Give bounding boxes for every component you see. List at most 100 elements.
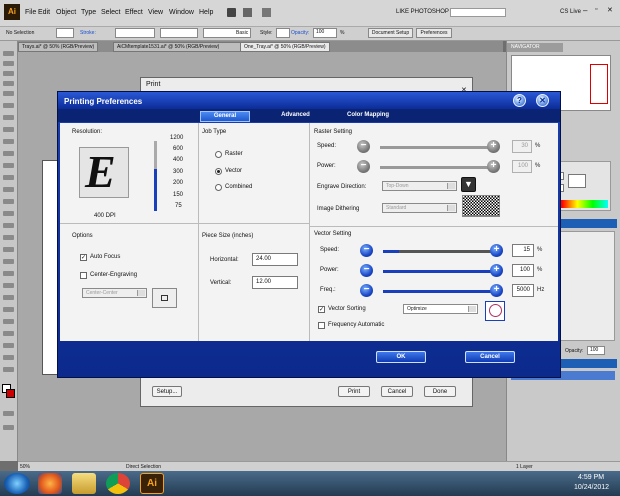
raster-speed-increase-icon[interactable]: + — [487, 140, 500, 153]
doc-tab-template[interactable]: AiCMtemplate1531.ai* @ 50% (RGB/Preview) — [113, 42, 243, 52]
menu-select[interactable]: Select — [101, 9, 120, 16]
vector-freq-decrease-icon[interactable]: − — [360, 284, 373, 297]
brush-tool-icon[interactable] — [3, 139, 14, 144]
vector-speed-slider[interactable] — [383, 250, 491, 253]
screen-mode-icon[interactable] — [3, 425, 14, 430]
zoom-tool-icon[interactable] — [3, 367, 14, 372]
vector-speed-increase-icon[interactable]: + — [490, 244, 503, 257]
symbol-sprayer-tool-icon[interactable] — [3, 307, 14, 312]
res-75[interactable]: 75 — [175, 203, 182, 209]
preferences-button[interactable]: Preferences — [416, 28, 452, 38]
navigator-view-box[interactable] — [590, 64, 608, 104]
vector-option-label[interactable]: Vector — [225, 168, 242, 174]
raster-power-input[interactable]: 100 — [512, 160, 532, 173]
auto-focus-checkbox[interactable]: ✓ — [80, 254, 87, 261]
stroke-weight-field[interactable] — [115, 28, 155, 38]
doc-tab-trays[interactable]: Trays.ai* @ 50% (RGB/Preview) — [18, 42, 98, 52]
menu-view[interactable]: View — [148, 9, 163, 16]
bridge-icon[interactable] — [227, 8, 236, 17]
free-transform-tool-icon[interactable] — [3, 223, 14, 228]
image-dithering-select[interactable]: Standard — [382, 203, 457, 213]
res-600[interactable]: 600 — [173, 146, 183, 152]
vector-speed-decrease-icon[interactable]: − — [360, 244, 373, 257]
horizontal-input[interactable]: 24.00 — [252, 253, 298, 266]
tab-advanced[interactable]: Advanced — [268, 111, 323, 122]
magic-wand-tool-icon[interactable] — [3, 71, 14, 76]
vector-speed-input[interactable]: 15 — [512, 244, 534, 257]
chrome-icon[interactable] — [106, 473, 130, 494]
sorting-order-icon[interactable] — [485, 301, 505, 321]
ok-button[interactable]: OK — [376, 351, 426, 363]
close-icon[interactable]: ✕ — [607, 6, 613, 14]
engrave-direction-arrow-icon[interactable]: ▼ — [461, 177, 476, 192]
menu-object[interactable]: Object — [56, 9, 76, 16]
variable-width-field[interactable] — [160, 28, 198, 38]
vector-power-increase-icon[interactable]: + — [490, 264, 503, 277]
clock-time[interactable]: 4:59 PM — [578, 474, 604, 481]
menu-file[interactable]: File — [25, 9, 36, 16]
res-1200[interactable]: 1200 — [170, 135, 183, 141]
firefox-icon[interactable] — [38, 473, 62, 494]
navigator-panel-title[interactable]: NAVIGATOR — [507, 43, 563, 52]
clock-date[interactable]: 10/24/2012 — [574, 484, 609, 491]
eyedropper-tool-icon[interactable] — [3, 283, 14, 288]
frequency-automatic-checkbox[interactable] — [318, 322, 325, 329]
vector-freq-input[interactable]: 5000 — [512, 284, 534, 297]
pencil-tool-icon[interactable] — [3, 151, 14, 156]
vector-power-slider[interactable] — [383, 270, 491, 273]
resolution-slider[interactable] — [154, 141, 157, 211]
stroke-color-swatch[interactable] — [6, 389, 15, 398]
direct-selection-tool-icon[interactable] — [3, 61, 14, 66]
workspace-title[interactable]: LIKE PHOTOSHOP — [396, 9, 449, 15]
layers-opacity-field[interactable]: 100 — [587, 346, 605, 355]
raster-speed-input[interactable]: 30 — [512, 140, 532, 153]
vector-sorting-select[interactable]: Optimize — [403, 304, 478, 314]
rectangle-tool-icon[interactable] — [3, 127, 14, 132]
center-engraving-label[interactable]: Center-Engraving — [90, 272, 137, 278]
draw-mode-icon[interactable] — [3, 411, 14, 416]
tab-general[interactable]: General — [200, 111, 250, 122]
vector-power-input[interactable]: 100 — [512, 264, 534, 277]
vector-freq-slider[interactable] — [383, 290, 491, 293]
blend-tool-icon[interactable] — [3, 295, 14, 300]
menu-help[interactable]: Help — [199, 9, 213, 16]
menu-type[interactable]: Type — [81, 9, 96, 16]
tray-icons[interactable] — [520, 479, 560, 489]
rotate-tool-icon[interactable] — [3, 187, 14, 192]
opacity-field[interactable]: 100 — [313, 28, 337, 38]
mesh-tool-icon[interactable] — [3, 259, 14, 264]
scale-tool-icon[interactable] — [3, 199, 14, 204]
res-300[interactable]: 300 — [173, 169, 183, 175]
raster-power-slider[interactable] — [380, 166, 488, 169]
graph-tool-icon[interactable] — [3, 319, 14, 324]
slice-tool-icon[interactable] — [3, 343, 14, 348]
raster-power-decrease-icon[interactable]: − — [357, 160, 370, 173]
print-button[interactable]: Print — [338, 386, 370, 397]
menu-effect[interactable]: Effect — [125, 9, 143, 16]
combined-radio[interactable] — [215, 184, 222, 191]
res-200[interactable]: 200 — [173, 180, 183, 186]
vector-radio[interactable] — [215, 168, 222, 175]
search-field[interactable] — [450, 8, 506, 17]
minimize-icon[interactable]: – — [583, 6, 587, 15]
center-position-grid-icon[interactable] — [152, 288, 177, 308]
cs-live-label[interactable]: CS Live — [560, 9, 581, 15]
center-position-select[interactable]: Center-Center — [82, 288, 147, 298]
vector-sorting-label[interactable]: Vector Sorting — [328, 306, 366, 312]
illustrator-taskbar-icon[interactable]: Ai — [140, 473, 164, 494]
vector-sorting-checkbox[interactable]: ✓ — [318, 306, 325, 313]
width-tool-icon[interactable] — [3, 211, 14, 216]
doc-tab-one-tray[interactable]: One_Tray.ai* @ 50% (RGB/Preview) — [240, 42, 330, 52]
selection-tool-icon[interactable] — [3, 51, 14, 56]
eraser-tool-icon[interactable] — [3, 175, 14, 180]
fill-swatch[interactable] — [56, 28, 74, 38]
raster-speed-decrease-icon[interactable]: − — [357, 140, 370, 153]
raster-power-increase-icon[interactable]: + — [487, 160, 500, 173]
menu-edit[interactable]: Edit — [38, 9, 50, 16]
artboard-tool-icon[interactable] — [3, 331, 14, 336]
raster-speed-slider[interactable] — [380, 146, 488, 149]
color-field[interactable] — [568, 174, 586, 188]
tab-color-mapping[interactable]: Color Mapping — [338, 111, 398, 122]
raster-option-label[interactable]: Raster — [225, 151, 243, 157]
gradient-tool-icon[interactable] — [3, 271, 14, 276]
